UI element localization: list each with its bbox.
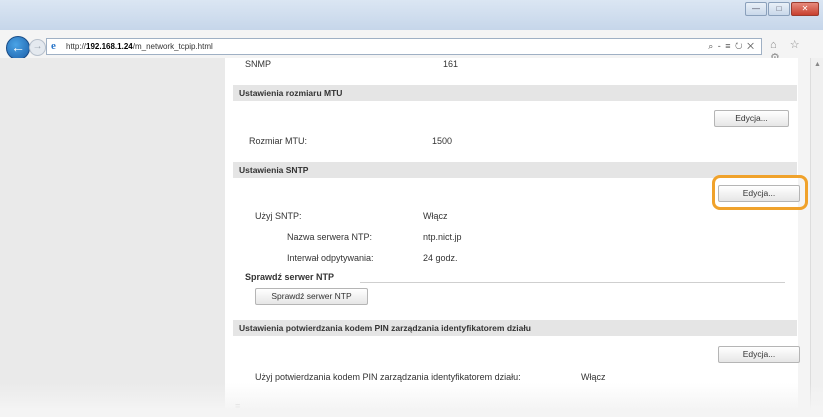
vertical-scrollbar[interactable]: ▲ bbox=[810, 58, 823, 417]
back-button[interactable]: ← bbox=[6, 36, 30, 60]
sntp-edit-highlight bbox=[712, 175, 808, 210]
ntp-server-label: Nazwa serwera NTP: bbox=[287, 232, 373, 242]
sntp-section-title: Ustawienia SNTP bbox=[233, 162, 797, 178]
check-ntp-heading: Sprawdź serwer NTP bbox=[245, 272, 335, 282]
ie-logo-icon: e bbox=[51, 40, 56, 52]
sntp-use-value: Włącz bbox=[423, 211, 448, 221]
window-controls: — □ ✕ bbox=[745, 2, 819, 16]
polling-interval-value: 24 godz. bbox=[423, 253, 458, 263]
mtu-size-label: Rozmiar MTU: bbox=[249, 136, 307, 146]
close-window-button[interactable]: ✕ bbox=[791, 2, 819, 16]
url-host: 192.168.1.24 bbox=[86, 42, 133, 51]
pin-use-value: Włącz bbox=[581, 372, 606, 382]
address-url[interactable]: http://192.168.1.24/m_network_tcpip.html bbox=[66, 42, 213, 51]
left-panel bbox=[0, 58, 225, 417]
settings-content: SNMP 161 Ustawienia rozmiaru MTU Edycja.… bbox=[225, 58, 808, 417]
scroll-up-icon[interactable]: ▲ bbox=[814, 61, 821, 68]
arrow-right-icon: → bbox=[32, 41, 43, 52]
pin-edit-button[interactable]: Edycja... bbox=[718, 346, 800, 363]
url-path: /m_network_tcpip.html bbox=[132, 42, 213, 51]
minimize-button[interactable]: — bbox=[745, 2, 767, 16]
address-tools-icons[interactable]: ⌕ - ≡ ↻ ✕ bbox=[708, 41, 755, 52]
snmp-label: SNMP bbox=[245, 59, 272, 69]
ntp-server-value: ntp.nict.jp bbox=[423, 232, 462, 242]
pin-section-title: Ustawienia potwierdzania kodem PIN zarzą… bbox=[233, 320, 797, 336]
check-ntp-button[interactable]: Sprawdź serwer NTP bbox=[255, 288, 368, 305]
bottom-fade bbox=[0, 383, 823, 417]
url-prefix: http:// bbox=[66, 42, 87, 51]
arrow-left-icon: ← bbox=[11, 39, 25, 55]
maximize-button[interactable]: □ bbox=[768, 2, 790, 16]
mtu-size-value: 1500 bbox=[432, 136, 453, 146]
web-page: SNMP 161 Ustawienia rozmiaru MTU Edycja.… bbox=[0, 58, 823, 417]
snmp-value: 161 bbox=[443, 59, 459, 69]
address-bar[interactable]: e http://192.168.1.24/m_network_tcpip.ht… bbox=[46, 38, 762, 55]
pin-use-label: Użyj potwierdzania kodem PIN zarządzania… bbox=[255, 372, 521, 382]
check-ntp-divider bbox=[360, 282, 785, 283]
polling-interval-label: Interwał odpytywania: bbox=[287, 253, 374, 263]
sntp-use-label: Użyj SNTP: bbox=[255, 211, 302, 221]
browser-title-bar: — □ ✕ bbox=[0, 0, 823, 30]
mtu-edit-button[interactable]: Edycja... bbox=[714, 110, 789, 127]
forward-button[interactable]: → bbox=[29, 39, 46, 56]
mtu-section-title: Ustawienia rozmiaru MTU bbox=[233, 85, 797, 101]
